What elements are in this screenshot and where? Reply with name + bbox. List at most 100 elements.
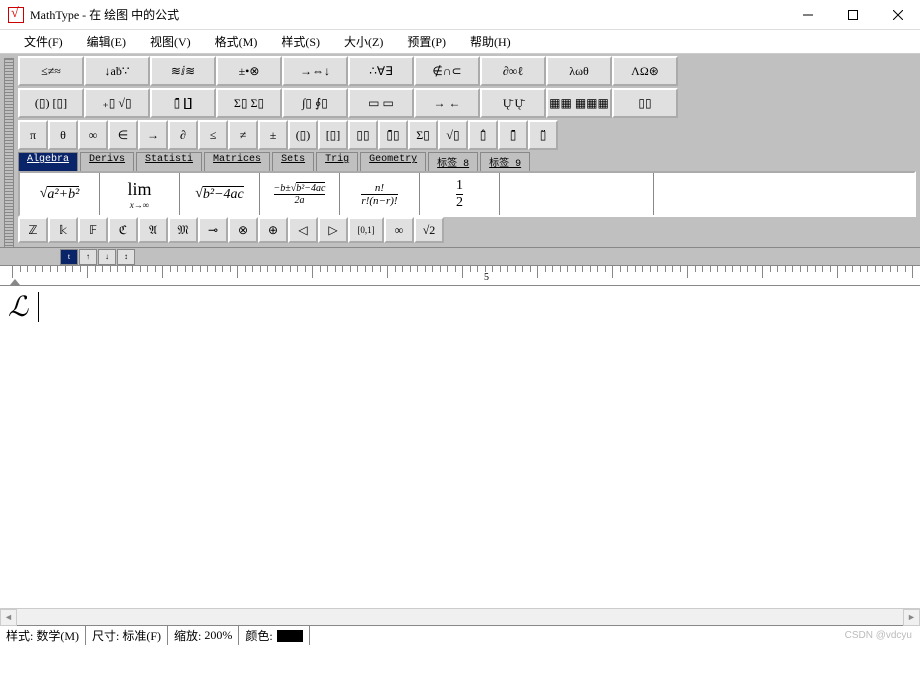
- sym-pi[interactable]: π: [18, 120, 48, 150]
- tmpl-half[interactable]: 12: [420, 173, 500, 215]
- sym-in[interactable]: ∈: [108, 120, 138, 150]
- palette-subsup[interactable]: ▯̄ ∐̄: [150, 88, 216, 118]
- horizontal-scrollbar[interactable]: ◄ ►: [0, 608, 920, 625]
- sym-m[interactable]: 𝔐: [168, 217, 198, 243]
- tmpl-quadratic[interactable]: −b±√b²−4ac2a: [260, 173, 340, 215]
- equation-editor[interactable]: ℒ: [0, 286, 920, 608]
- sym-a[interactable]: 𝔄: [138, 217, 168, 243]
- palette-fractions[interactable]: ₊▯ √▯: [84, 88, 150, 118]
- maximize-button[interactable]: [830, 0, 875, 30]
- palette-spaces[interactable]: ↓aḃ∵: [84, 56, 150, 86]
- sym-rtri[interactable]: ▷: [318, 217, 348, 243]
- sym-infinity[interactable]: ∞: [78, 120, 108, 150]
- palette-integrals[interactable]: ∫▯ ∮▯: [282, 88, 348, 118]
- menu-prefs[interactable]: 预置(P): [395, 30, 458, 53]
- sym-sqrt2[interactable]: √2: [414, 217, 444, 243]
- align-up[interactable]: ↑: [79, 249, 97, 265]
- status-zoom[interactable]: 缩放: 200%: [168, 626, 239, 645]
- tmpl-ddot[interactable]: ▯̈: [528, 120, 558, 150]
- tab-trig[interactable]: Trig: [316, 152, 358, 171]
- toolbar-grip[interactable]: [4, 58, 14, 248]
- tab-marker[interactable]: [10, 279, 20, 285]
- tab-derivs[interactable]: Derivs: [80, 152, 134, 171]
- tmpl-frac[interactable]: ▯▯: [348, 120, 378, 150]
- sym-f[interactable]: 𝔽: [78, 217, 108, 243]
- palette-logical[interactable]: ∴∀∃: [348, 56, 414, 86]
- tmpl-discriminant[interactable]: √b²−4ac: [180, 173, 260, 215]
- palette-relations[interactable]: ≤≠≈: [18, 56, 84, 86]
- tmpl-bar[interactable]: ▯̄: [498, 120, 528, 150]
- tmpl-empty[interactable]: [500, 173, 654, 215]
- watermark: CSDN @vdcyu: [845, 630, 920, 641]
- sym-oplus[interactable]: ⊕: [258, 217, 288, 243]
- tab-algebra[interactable]: Algebra: [18, 152, 78, 171]
- sym-z[interactable]: ℤ: [18, 217, 48, 243]
- align-t[interactable]: t: [60, 249, 78, 265]
- tab-8[interactable]: 标签 8: [428, 152, 478, 171]
- palette-arrows[interactable]: →⇔↓: [282, 56, 348, 86]
- sym-otimes[interactable]: ⊗: [228, 217, 258, 243]
- sym-pm[interactable]: ±: [258, 120, 288, 150]
- tmpl-combination[interactable]: n!r!(n−r)!: [340, 173, 420, 215]
- palette-boxes[interactable]: ▯▯: [612, 88, 678, 118]
- tab-matrices[interactable]: Matrices: [204, 152, 270, 171]
- palette-bars[interactable]: ▭ ▭: [348, 88, 414, 118]
- sym-partial[interactable]: ∂: [168, 120, 198, 150]
- menu-help[interactable]: 帮助(H): [458, 30, 523, 53]
- tmpl-bracket[interactable]: [▯]: [318, 120, 348, 150]
- window-controls: [785, 0, 920, 30]
- palette-operators[interactable]: ±•⊗: [216, 56, 282, 86]
- ruler-label-5: 5: [484, 272, 489, 283]
- tab-sets[interactable]: Sets: [272, 152, 314, 171]
- palette-embellish[interactable]: ≋ⅈ≋: [150, 56, 216, 86]
- tmpl-sqrt-sum[interactable]: √a²+b²: [20, 173, 100, 215]
- sym-infty[interactable]: ∞: [384, 217, 414, 243]
- sym-rightarrow[interactable]: →: [138, 120, 168, 150]
- palette-products[interactable]: Ų̄ Ų̄: [480, 88, 546, 118]
- sym-theta[interactable]: θ: [48, 120, 78, 150]
- align-updown[interactable]: ↕: [117, 249, 135, 265]
- palette-greek-uc[interactable]: ΛΩ⊛: [612, 56, 678, 86]
- alignment-row: t ↑ ↓ ↕: [0, 248, 920, 266]
- scroll-right-icon[interactable]: ►: [903, 609, 920, 626]
- sym-c[interactable]: ℭ: [108, 217, 138, 243]
- tab-statisti[interactable]: Statisti: [136, 152, 202, 171]
- menu-size[interactable]: 大小(Z): [332, 30, 395, 53]
- ruler[interactable]: 5: [0, 266, 920, 286]
- tmpl-limit[interactable]: limx→∞: [100, 173, 180, 215]
- close-button[interactable]: [875, 0, 920, 30]
- sym-leq[interactable]: ≤: [198, 120, 228, 150]
- menu-style[interactable]: 样式(S): [269, 30, 332, 53]
- menu-file[interactable]: 文件(F): [12, 30, 75, 53]
- tmpl-sum[interactable]: Σ▯: [408, 120, 438, 150]
- sym-interval[interactable]: [0,1]: [348, 217, 384, 243]
- menu-format[interactable]: 格式(M): [203, 30, 270, 53]
- palette-greek-lc[interactable]: λωθ: [546, 56, 612, 86]
- sym-not[interactable]: ⊸: [198, 217, 228, 243]
- window-title: MathType - 在 绘图 中的公式: [30, 6, 179, 23]
- palette-sums[interactable]: Σ▯ Σ▯: [216, 88, 282, 118]
- sym-k[interactable]: 𝕜: [48, 217, 78, 243]
- tmpl-frac2[interactable]: ▯̄▯: [378, 120, 408, 150]
- palette-set-theory[interactable]: ∉∩⊂: [414, 56, 480, 86]
- sym-ltri[interactable]: ◁: [288, 217, 318, 243]
- status-style[interactable]: 样式: 数学(M): [0, 626, 86, 645]
- palette-matrices[interactable]: ▦▦ ▦▦▦: [546, 88, 612, 118]
- palette-misc[interactable]: ∂∞ℓ: [480, 56, 546, 86]
- align-down[interactable]: ↓: [98, 249, 116, 265]
- menu-view[interactable]: 视图(V): [138, 30, 203, 53]
- tmpl-paren[interactable]: (▯): [288, 120, 318, 150]
- tab-geometry[interactable]: Geometry: [360, 152, 426, 171]
- tab-9[interactable]: 标签 9: [480, 152, 530, 171]
- palette-labeled-arrows[interactable]: → ←: [414, 88, 480, 118]
- minimize-button[interactable]: [785, 0, 830, 30]
- sym-neq[interactable]: ≠: [228, 120, 258, 150]
- status-size[interactable]: 尺寸: 标准(F): [86, 626, 168, 645]
- tmpl-hat[interactable]: ▯̂: [468, 120, 498, 150]
- palette-fences[interactable]: (▯) [▯]: [18, 88, 84, 118]
- tmpl-sqrt[interactable]: √▯: [438, 120, 468, 150]
- app-icon: [8, 7, 24, 23]
- menu-edit[interactable]: 编辑(E): [75, 30, 138, 53]
- scroll-left-icon[interactable]: ◄: [0, 609, 17, 626]
- status-color[interactable]: 颜色:: [239, 626, 309, 645]
